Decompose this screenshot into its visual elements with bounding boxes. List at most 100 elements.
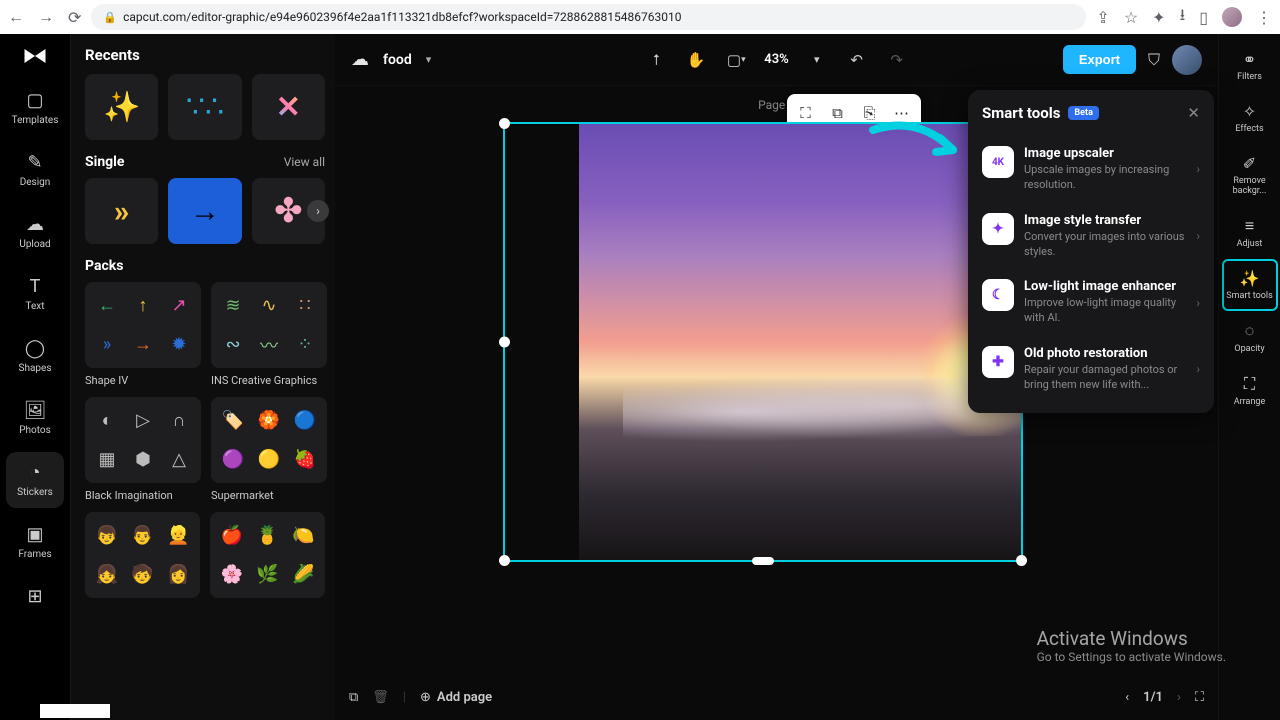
url-bar[interactable]: 🔒 capcut.com/editor-graphic/e94e9602396f… <box>91 4 1086 30</box>
frames-icon: ▣ <box>26 524 43 545</box>
selection-frame[interactable] <box>503 122 1023 562</box>
smart-tools-panel: Smart tools Beta ✕ 4K Image upscalerUpsc… <box>968 90 1214 413</box>
undo-button[interactable]: ↶ <box>845 48 869 72</box>
back-icon[interactable]: ← <box>8 7 24 27</box>
recent-thumb[interactable]: ✕ <box>252 74 325 140</box>
templates-icon: ▢ <box>26 90 43 111</box>
hand-tool[interactable]: ✋ <box>684 48 708 72</box>
rail-shapes[interactable]: ◯Shapes <box>0 328 71 384</box>
redo-button[interactable]: ↷ <box>885 48 909 72</box>
rail-photos[interactable]: 🖼Photos <box>0 390 71 446</box>
rail-templates[interactable]: ▢Templates <box>0 80 71 136</box>
layers-icon[interactable]: ⧉ <box>349 690 358 705</box>
forward-icon[interactable]: → <box>38 7 54 27</box>
smart-tool-restoration[interactable]: ✚ Old photo restorationRepair your damag… <box>982 336 1210 403</box>
browser-chrome: ← → ⟳ 🔒 capcut.com/editor-graphic/e94e96… <box>0 0 1280 34</box>
trash-icon[interactable]: 🗑 <box>372 690 389 705</box>
artboard-tool[interactable]: ▢▾ <box>724 48 748 72</box>
pack-card[interactable]: 🏷️🏵️🔵 🟣🟡🍓 <box>211 397 327 483</box>
url-text: capcut.com/editor-graphic/e94e9602396f4e… <box>123 10 681 24</box>
rail-remove-bg[interactable]: ✐Remove backgr... <box>1224 146 1276 204</box>
eraser-icon: ✐ <box>1243 154 1256 173</box>
pack-label: Black Imagination <box>85 489 201 502</box>
single-heading: Single <box>85 154 124 170</box>
scroll-right-icon[interactable]: › <box>307 200 329 222</box>
rail-text[interactable]: TText <box>0 266 71 322</box>
panel-icon[interactable]: ▯ <box>1199 8 1208 27</box>
close-icon[interactable]: ✕ <box>1187 104 1200 122</box>
recents-heading: Recents <box>85 46 325 64</box>
pack-card[interactable]: ◐▷∩ ▦⬢△ <box>85 397 201 483</box>
single-thumb[interactable]: » <box>85 178 158 244</box>
zoom-level[interactable]: 43% <box>764 52 788 67</box>
rail-smart-tools[interactable]: ✨Smart tools <box>1224 261 1276 309</box>
upload-icon: ☁ <box>26 214 44 235</box>
rail-opacity[interactable]: ◌Opacity <box>1224 313 1276 362</box>
lowlight-icon: ☾ <box>982 279 1014 311</box>
cursor-tool[interactable]: ⭡ <box>644 48 668 72</box>
chevron-right-icon: › <box>1196 362 1200 376</box>
rail-design[interactable]: ✎Design <box>0 142 71 198</box>
add-page-button[interactable]: ⊕ Add page <box>420 690 492 705</box>
filters-icon: ⚭ <box>1243 50 1256 69</box>
lock-icon: 🔒 <box>103 11 117 24</box>
stickers-panel: Recents ✨ ∵∴ ✕ SingleView all » → ✤ › Pa… <box>71 34 335 720</box>
menu-icon[interactable]: ⋮ <box>1256 8 1272 27</box>
zoom-chevron-icon[interactable]: ▾ <box>805 48 829 72</box>
wand-icon: ✨ <box>1240 269 1260 288</box>
left-rail: ▢Templates ✎Design ☁Upload TText ◯Shapes… <box>0 34 71 720</box>
recent-thumb[interactable]: ∵∴ <box>168 74 241 140</box>
next-page-button[interactable]: › <box>1177 690 1181 705</box>
windows-watermark: Activate Windows Go to Settings to activ… <box>1037 627 1226 664</box>
canvas-image[interactable] <box>579 124 1021 560</box>
rail-adjust[interactable]: ≡Adjust <box>1224 208 1276 257</box>
smart-tools-title: Smart tools <box>982 104 1060 122</box>
smart-tool-style-transfer[interactable]: ✦ Image style transferConvert your image… <box>982 203 1210 270</box>
fullscreen-icon[interactable]: ⛶ <box>1195 690 1204 705</box>
rail-stickers[interactable]: ◔Stickers <box>6 452 64 508</box>
add-page-icon: ⊕ <box>420 690 431 705</box>
star-icon[interactable]: ☆ <box>1124 8 1138 27</box>
shapes-icon: ◯ <box>25 338 45 359</box>
pack-card[interactable]: ≋∿∷ ∾〰⁘ <box>211 282 327 368</box>
text-icon: T <box>30 276 41 297</box>
pack-card[interactable]: 👦👨👱 👧🧒👩 <box>85 512 200 598</box>
shield-icon[interactable]: ⛉ <box>1148 50 1160 70</box>
grid-icon: ⊞ <box>27 586 42 607</box>
design-icon: ✎ <box>27 152 42 173</box>
style-transfer-icon: ✦ <box>982 213 1014 245</box>
view-all-link[interactable]: View all <box>284 155 325 169</box>
rail-effects[interactable]: ✧Effects <box>1224 94 1276 142</box>
rail-more[interactable]: ⊞ <box>0 576 71 617</box>
share-icon[interactable]: ⇪ <box>1096 8 1109 27</box>
upscaler-icon: 4K <box>982 146 1014 178</box>
document-name[interactable]: food <box>383 52 412 68</box>
reload-icon[interactable]: ⟳ <box>68 8 81 27</box>
photos-icon: 🖼 <box>24 400 47 421</box>
smart-tool-lowlight[interactable]: ☾ Low-light image enhancerImprove low-li… <box>982 269 1210 336</box>
pack-card[interactable]: ←↑↗ »→✹ <box>85 282 201 368</box>
profile-avatar[interactable] <box>1222 7 1242 27</box>
extensions-icon[interactable]: ✦ <box>1152 8 1165 27</box>
download-icon[interactable]: ⭳ <box>1180 4 1186 31</box>
beta-badge: Beta <box>1068 106 1098 120</box>
prev-page-button[interactable]: ‹ <box>1125 690 1129 705</box>
chevron-down-icon[interactable]: ▾ <box>426 53 432 66</box>
smart-tool-upscaler[interactable]: 4K Image upscalerUpscale images by incre… <box>982 136 1210 203</box>
rail-arrange[interactable]: ⛶Arrange <box>1224 366 1276 415</box>
right-rail: ⚭Filters ✧Effects ✐Remove backgr... ≡Adj… <box>1218 34 1280 720</box>
pack-card[interactable]: 🍎🍍🍋 🌸🌿🌽 <box>210 512 325 598</box>
rail-upload[interactable]: ☁Upload <box>0 204 71 260</box>
single-thumb[interactable]: → <box>168 178 241 244</box>
arrange-icon: ⛶ <box>1244 374 1255 394</box>
chevron-right-icon: › <box>1196 162 1200 176</box>
export-button[interactable]: Export <box>1063 45 1136 74</box>
capcut-logo <box>21 42 49 70</box>
user-avatar[interactable] <box>1172 45 1202 75</box>
pack-label: Shape IV <box>85 374 201 387</box>
recent-thumb[interactable]: ✨ <box>85 74 158 140</box>
rail-frames[interactable]: ▣Frames <box>0 514 71 570</box>
chevron-right-icon: › <box>1196 296 1200 310</box>
rail-filters[interactable]: ⚭Filters <box>1224 42 1276 90</box>
cloud-icon[interactable]: ☁ <box>351 49 369 70</box>
